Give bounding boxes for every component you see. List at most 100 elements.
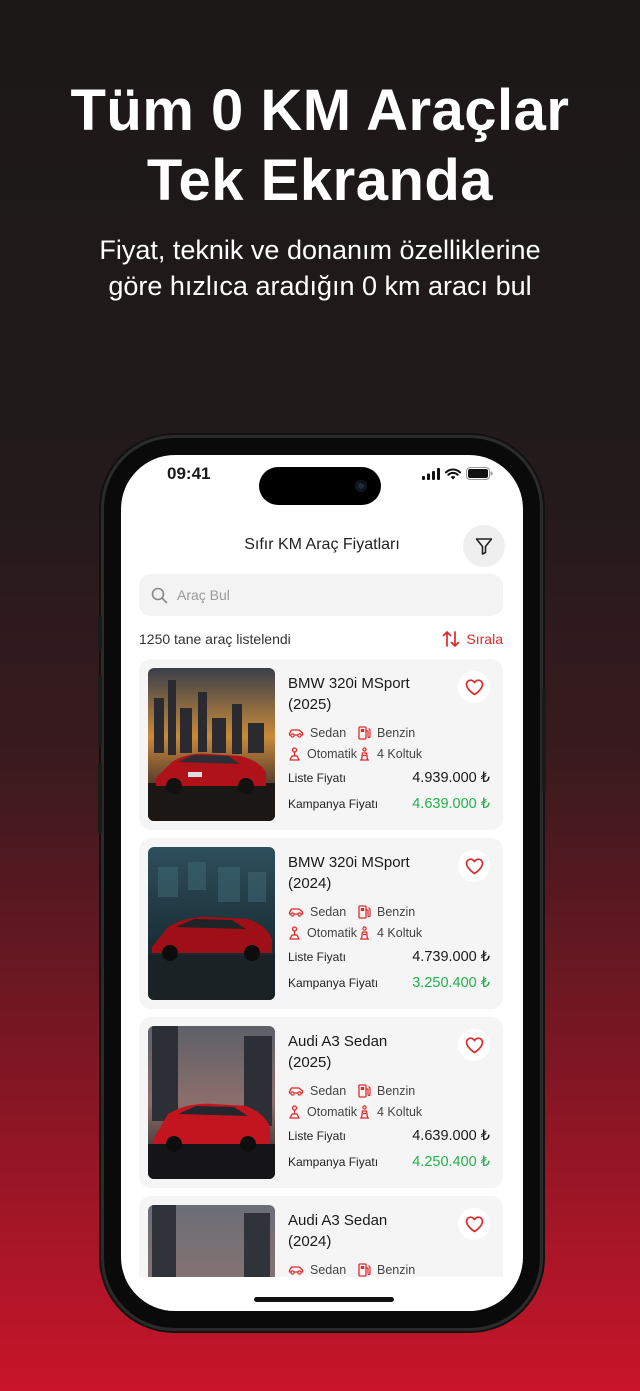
spec-fuel: Benzin <box>358 905 415 919</box>
spec-body-text: Sedan <box>310 1083 347 1098</box>
campaign-price-label: Kampanya Fiyatı <box>288 1155 379 1169</box>
campaign-price-value: 3.250.400 ₺ <box>412 975 490 991</box>
heart-icon <box>465 678 483 695</box>
heart-icon <box>465 1215 483 1232</box>
car-title-model: Audi A3 Sedan <box>288 1212 388 1229</box>
list-toolbar: 1250 tane araç listelendi Sırala <box>139 629 503 649</box>
search-bar[interactable] <box>139 574 503 616</box>
fuel-icon <box>358 1083 371 1098</box>
search-input[interactable] <box>177 587 477 603</box>
car-image <box>148 668 275 821</box>
car-title-year: (2024) <box>288 875 332 892</box>
list-price-row: Liste Fiyatı 4.639.000 ₺ <box>288 1128 490 1144</box>
sort-label: Sırala <box>466 631 503 647</box>
campaign-price-row: Kampanya Fiyatı 4.250.400 ₺ <box>288 1154 490 1170</box>
campaign-price-label: Kampanya Fiyatı <box>288 976 379 990</box>
list-price-value: 4.939.000 ₺ <box>412 770 490 786</box>
list-price-row: Liste Fiyatı 4.739.000 ₺ <box>288 949 490 965</box>
car-list: BMW 320i MSport (2025) Sedan Benzin Otom… <box>139 659 503 1311</box>
spec-body-text: Sedan <box>310 904 347 919</box>
filter-icon <box>475 538 493 555</box>
spec-fuel: Benzin <box>358 1084 415 1098</box>
result-count: 1250 tane araç listelendi <box>139 631 291 647</box>
spec-seats: 4 Koltuk <box>358 926 422 940</box>
spec-body-text: Sedan <box>310 725 347 740</box>
list-price-label: Liste Fiyatı <box>288 950 347 964</box>
gear-shift-icon <box>289 1104 300 1119</box>
car-specs: Sedan Benzin Otomatik 4 Koltuk <box>288 722 422 764</box>
list-price-label: Liste Fiyatı <box>288 1129 347 1143</box>
fuel-icon <box>358 904 371 919</box>
car-title-model: BMW 320i MSport <box>288 854 410 871</box>
spec-body: Sedan <box>288 1263 358 1277</box>
spec-body: Sedan <box>288 905 358 919</box>
list-price-label: Liste Fiyatı <box>288 771 347 785</box>
spec-gear-text: Otomatik <box>307 746 358 761</box>
spec-seats-text: 4 Koltuk <box>377 1104 423 1119</box>
filter-button[interactable] <box>463 525 505 567</box>
favorite-button[interactable] <box>458 671 490 703</box>
spec-gear-text: Otomatik <box>307 1104 358 1119</box>
campaign-price-value: 4.639.000 ₺ <box>412 796 490 812</box>
hero-title-line2: Tek Ekranda <box>146 148 494 213</box>
car-title-year: (2024) <box>288 1233 332 1250</box>
car-specs: Sedan Benzin Otomatik 4 Koltuk <box>288 901 422 943</box>
heart-icon <box>465 857 483 874</box>
signal-icon <box>422 467 440 480</box>
battery-icon <box>466 467 493 480</box>
hero-title: Tüm 0 KM Araçlar Tek Ekranda <box>0 76 640 216</box>
campaign-price-row: Kampanya Fiyatı 4.639.000 ₺ <box>288 796 490 812</box>
campaign-price-value: 4.250.400 ₺ <box>412 1154 490 1170</box>
car-icon <box>288 907 304 917</box>
car-icon <box>288 1086 304 1096</box>
sort-button[interactable]: Sırala <box>442 631 503 647</box>
fuel-icon <box>358 1262 371 1277</box>
spec-fuel: Benzin <box>358 726 415 740</box>
hero-subtitle-line1: Fiyat, teknik ve donanım özelliklerine <box>99 235 541 265</box>
favorite-button[interactable] <box>458 1208 490 1240</box>
spec-fuel-text: Benzin <box>377 904 416 919</box>
car-image <box>148 847 275 1000</box>
spec-body: Sedan <box>288 1084 358 1098</box>
gear-shift-icon <box>289 746 300 761</box>
favorite-button[interactable] <box>458 850 490 882</box>
list-price-value: 4.639.000 ₺ <box>412 1128 490 1144</box>
status-time: 09:41 <box>167 464 211 483</box>
phone-power-button <box>542 688 546 792</box>
car-title-year: (2025) <box>288 1054 332 1071</box>
camera-icon <box>355 480 367 492</box>
dynamic-island <box>259 467 381 505</box>
spec-seats: 4 Koltuk <box>358 1105 422 1119</box>
favorite-button[interactable] <box>458 1029 490 1061</box>
car-title: BMW 320i MSport (2024) <box>288 852 448 894</box>
campaign-price-label: Kampanya Fiyatı <box>288 797 379 811</box>
list-price-value: 4.739.000 ₺ <box>412 949 490 965</box>
spec-fuel-text: Benzin <box>377 1083 416 1098</box>
hero-subtitle: Fiyat, teknik ve donanım özelliklerine g… <box>0 232 640 304</box>
sort-icon <box>443 631 460 647</box>
car-specs: Sedan Benzin Otomatik 4 Koltuk <box>288 1080 422 1122</box>
seat-icon <box>360 1104 369 1119</box>
spec-body-text: Sedan <box>310 1262 347 1277</box>
phone-volume-down <box>98 764 102 834</box>
phone-frame: 09:41 Sıfır KM Araç Fiyatları Araç Bul 1… <box>98 438 546 1328</box>
car-icon <box>288 728 304 738</box>
app-screen: 09:41 Sıfır KM Araç Fiyatları Araç Bul 1… <box>121 455 523 1311</box>
search-icon <box>151 587 168 603</box>
car-card[interactable]: BMW 320i MSport (2025) Sedan Benzin Otom… <box>139 659 503 830</box>
car-card[interactable]: BMW 320i MSport (2024) Sedan Benzin Otom… <box>139 838 503 1009</box>
car-title-model: BMW 320i MSport <box>288 675 410 692</box>
spec-gear: Otomatik <box>288 1105 358 1119</box>
spec-seats-text: 4 Koltuk <box>377 925 423 940</box>
home-indicator[interactable] <box>254 1297 394 1302</box>
car-title: Audi A3 Sedan (2024) <box>288 1210 448 1252</box>
spec-gear: Otomatik <box>288 926 358 940</box>
car-title: Audi A3 Sedan (2025) <box>288 1031 448 1073</box>
status-icons <box>422 467 493 480</box>
spec-gear: Otomatik <box>288 747 358 761</box>
gear-shift-icon <box>289 925 300 940</box>
hero-title-line1: Tüm 0 KM Araçlar <box>70 78 570 143</box>
car-card[interactable]: Audi A3 Sedan (2025) Sedan Benzin Otomat… <box>139 1017 503 1188</box>
fuel-icon <box>358 725 371 740</box>
wifi-icon <box>445 468 461 479</box>
